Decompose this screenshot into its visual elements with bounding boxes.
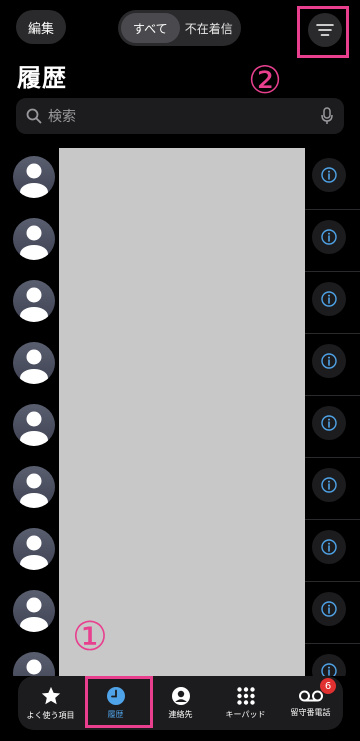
info-icon — [321, 477, 337, 493]
info-icon — [321, 663, 337, 676]
person-placeholder-icon — [20, 411, 48, 446]
avatar — [13, 342, 55, 384]
annotation-number-one: ① — [72, 614, 108, 660]
page-title: 履歴 — [17, 64, 67, 92]
person-placeholder-icon — [20, 163, 48, 198]
info-button[interactable] — [312, 530, 346, 564]
tab-favorites-label: よく使う項目 — [26, 711, 75, 720]
info-button[interactable] — [312, 344, 346, 378]
avatar — [13, 466, 55, 508]
tab-voicemail-label: 留守番電話 — [290, 708, 331, 717]
info-button[interactable] — [312, 654, 346, 676]
search-icon — [26, 108, 42, 124]
info-icon — [321, 539, 337, 555]
info-icon — [321, 167, 337, 183]
tab-missed[interactable]: 不在着信 — [180, 13, 239, 43]
info-icon — [321, 601, 337, 617]
info-icon — [321, 415, 337, 431]
tab-keypad[interactable]: キーパッド — [213, 676, 278, 730]
person-placeholder-icon — [20, 287, 48, 322]
edit-button[interactable]: 編集 — [16, 10, 67, 44]
highlight-box-recents — [85, 676, 153, 728]
person-placeholder-icon — [20, 225, 48, 260]
info-button[interactable] — [312, 406, 346, 440]
voicemail-badge: 6 — [320, 678, 336, 694]
avatar — [13, 280, 55, 322]
avatar — [13, 156, 55, 198]
avatar — [13, 404, 55, 446]
info-button[interactable] — [312, 220, 346, 254]
tab-contacts-label: 連絡先 — [168, 710, 193, 719]
voicemail-icon — [298, 690, 323, 702]
avatar — [13, 590, 55, 632]
info-button[interactable] — [312, 282, 346, 316]
search-field[interactable]: 検索 — [16, 98, 344, 134]
redacted-call-details — [59, 148, 305, 676]
info-icon — [321, 229, 337, 245]
person-placeholder-icon — [20, 349, 48, 384]
annotation-number-two: ② — [248, 58, 283, 102]
tab-favorites[interactable]: よく使う項目 — [18, 676, 83, 730]
star-icon — [41, 686, 60, 705]
info-button[interactable] — [312, 158, 346, 192]
info-button[interactable] — [312, 592, 346, 626]
person-placeholder-icon — [20, 597, 48, 632]
tab-keypad-label: キーパッド — [225, 710, 266, 719]
info-button[interactable] — [312, 468, 346, 502]
person-circle-icon — [171, 687, 190, 705]
person-placeholder-icon — [26, 659, 42, 675]
keypad-icon — [236, 687, 255, 705]
microphone-icon[interactable] — [320, 107, 334, 125]
tab-all[interactable]: すべて — [121, 13, 180, 43]
tab-contacts[interactable]: 連絡先 — [148, 676, 213, 730]
avatar — [13, 652, 55, 676]
search-input-placeholder: 検索 — [48, 109, 76, 125]
person-placeholder-icon — [20, 535, 48, 570]
highlight-box-filter — [297, 6, 349, 58]
person-placeholder-icon — [20, 473, 48, 508]
recents-filter-segmented-control: すべて 不在着信 — [118, 10, 241, 46]
info-icon — [321, 291, 337, 307]
avatar — [13, 218, 55, 260]
avatar — [13, 528, 55, 570]
tab-voicemail[interactable]: 6 留守番電話 — [278, 676, 343, 730]
info-icon — [321, 353, 337, 369]
bottom-tab-bar: よく使う項目 履歴 連絡先 キーパッド 6 留守番電話 — [18, 676, 343, 730]
